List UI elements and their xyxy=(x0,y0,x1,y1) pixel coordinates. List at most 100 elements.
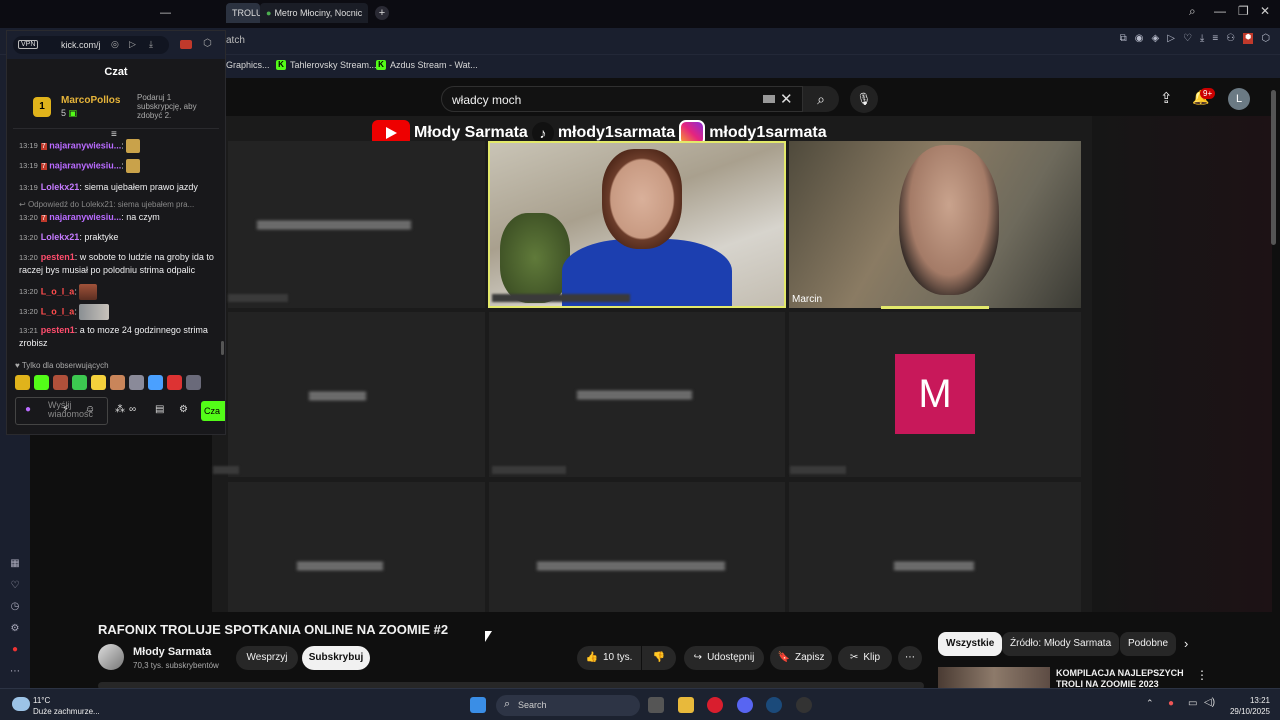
keyboard-icon[interactable] xyxy=(763,95,775,103)
search-tabs-icon[interactable]: ⌕ xyxy=(1189,4,1196,19)
account-avatar[interactable]: L xyxy=(1228,88,1250,110)
menu-icon[interactable]: ≡ xyxy=(1212,33,1218,44)
save-button[interactable]: 🔖 Zapisz xyxy=(770,646,832,670)
store-icon[interactable]: ▤ xyxy=(155,404,164,415)
share-button[interactable]: ↪ Udostępnij xyxy=(684,646,764,670)
gift-subscription-hint[interactable]: Podaruj 1 subskrypcję, aby zdobyć 2. xyxy=(137,93,217,120)
opera-icon[interactable] xyxy=(707,697,723,713)
search-button[interactable]: ⌕ xyxy=(803,86,839,112)
extension-icon[interactable]: ⬢ xyxy=(1243,33,1254,44)
volume-icon[interactable]: ◁) xyxy=(1204,697,1215,708)
history-icon[interactable]: ◷ xyxy=(9,601,21,613)
reply-reference[interactable]: ↩ Odpowiedź do Lolekx21: siema ujebałem … xyxy=(19,200,219,209)
page-scrollbar[interactable] xyxy=(1271,90,1276,245)
profile-icon[interactable]: ⚇ xyxy=(1226,33,1235,44)
shield-icon[interactable]: ◎ xyxy=(111,39,119,50)
message-username[interactable]: pesten1 xyxy=(41,252,75,262)
camera-icon[interactable]: ◉ xyxy=(1135,33,1144,44)
snapshot-icon[interactable]: ⧉ xyxy=(1120,33,1127,44)
network-icon[interactable]: ▭ xyxy=(1188,698,1197,709)
microphone-icon[interactable]: ● xyxy=(25,404,31,415)
cube-icon[interactable]: ⬡ xyxy=(1261,33,1270,44)
download-icon[interactable]: ⤓ xyxy=(1200,33,1204,44)
channel-avatar[interactable] xyxy=(98,644,124,670)
channel-name[interactable]: Młody Sarmata xyxy=(133,646,211,658)
bookmark-item[interactable]: K Tahlerovsky Stream... xyxy=(276,60,377,70)
message-username[interactable]: Lolekx21 xyxy=(41,182,80,192)
emote-icon[interactable] xyxy=(34,375,49,390)
chevron-right-icon[interactable]: › xyxy=(1184,636,1188,651)
tab-video[interactable]: TROLU xyxy=(226,3,263,23)
message-username[interactable]: najaranywiesiu... xyxy=(49,160,121,170)
maximize-button[interactable]: ❐ xyxy=(1238,4,1249,18)
steam-icon[interactable] xyxy=(766,697,782,713)
message-username[interactable]: najaranywiesiu... xyxy=(49,212,121,222)
chevron-up-icon[interactable]: ⌃ xyxy=(1146,698,1154,709)
settings-icon[interactable]: ⚙ xyxy=(179,404,188,415)
settings-icon[interactable]: ⚙ xyxy=(9,623,21,635)
close-window-button[interactable]: ✕ xyxy=(1260,4,1270,18)
adblock-icon[interactable] xyxy=(180,40,192,49)
share-icon[interactable]: ⁂ xyxy=(115,404,125,415)
message-username[interactable]: najaranywiesiu... xyxy=(49,140,121,150)
message-username[interactable]: L_o_l_a xyxy=(41,306,75,316)
send-chat-button[interactable]: Cza xyxy=(201,401,225,421)
chip-source[interactable]: Źródło: Młody Sarmata xyxy=(1002,632,1120,656)
emoji-icon[interactable]: ☺ xyxy=(85,404,95,415)
discord-icon[interactable] xyxy=(737,697,753,713)
grid-icon[interactable]: ▦ xyxy=(9,558,21,570)
search-input[interactable]: władcy moch xyxy=(441,86,803,112)
heart-icon[interactable]: ♡ xyxy=(9,580,21,592)
vpn-badge[interactable]: VPN xyxy=(18,40,39,49)
clip-button[interactable]: ✂ Klip xyxy=(838,646,892,670)
minimize-button[interactable]: — xyxy=(1214,4,1226,18)
emote-icon[interactable] xyxy=(72,375,87,390)
emote-icon[interactable] xyxy=(53,375,68,390)
more-icon[interactable]: ⋯ xyxy=(9,666,21,678)
task-view-icon[interactable] xyxy=(648,697,664,713)
windows-start-icon[interactable] xyxy=(470,697,486,713)
message-username[interactable]: L_o_l_a xyxy=(41,286,75,296)
file-explorer-icon[interactable] xyxy=(678,697,694,713)
like-button[interactable]: 👍 10 tys. xyxy=(577,646,641,670)
emote-icon[interactable] xyxy=(167,375,182,390)
message-username[interactable]: Lolekx21 xyxy=(41,232,80,242)
play-icon[interactable]: ▷ xyxy=(129,39,136,50)
emote-icon[interactable] xyxy=(186,375,201,390)
emote-icon[interactable] xyxy=(91,375,106,390)
play-icon[interactable]: ▷ xyxy=(1167,33,1175,44)
bookmark-item[interactable]: Graphics... xyxy=(226,60,270,70)
url-text[interactable]: atch xyxy=(226,35,245,46)
taskbar-clock[interactable]: 13:21 29/10/2025 xyxy=(1226,695,1270,717)
adblock-icon[interactable]: ● xyxy=(9,644,21,656)
emote-icon[interactable] xyxy=(148,375,163,390)
subscribe-button[interactable]: Subskrybuj xyxy=(302,646,370,670)
tab-maps[interactable]: ● Metro Młociny, Nocnicki xyxy=(260,3,368,23)
emote-icon[interactable] xyxy=(110,375,125,390)
chip-related[interactable]: Podobne xyxy=(1120,632,1177,656)
chip-all[interactable]: Wszystkie xyxy=(938,632,1003,656)
badge-icon[interactable]: ⚡ xyxy=(62,404,69,415)
dislike-button[interactable]: 👎 xyxy=(642,646,676,670)
message-username[interactable]: pesten1 xyxy=(41,325,75,335)
clear-search-icon[interactable]: ✕ xyxy=(780,90,793,108)
download-icon[interactable]: ⤓ xyxy=(149,39,153,50)
pinned-username[interactable]: MarcoPollos xyxy=(61,95,120,106)
new-tab-button[interactable]: + xyxy=(375,6,389,20)
cloud-icon[interactable] xyxy=(12,697,30,711)
bookmark-item[interactable]: K Azdus Stream - Wat... xyxy=(376,60,478,70)
recommendation-title[interactable]: KOMPILACJA NAJLEPSZYCH TROLI NA ZOOMIE 2… xyxy=(1056,668,1186,690)
weather-widget[interactable]: 11°C Duże zachmurze... xyxy=(33,695,100,717)
infinity-icon[interactable]: ∞ xyxy=(129,404,136,415)
create-upload-icon[interactable]: ⇪ xyxy=(1160,89,1173,107)
chat-scrollbar[interactable] xyxy=(221,341,224,355)
app-icon[interactable] xyxy=(796,697,812,713)
microphone-icon[interactable]: ● xyxy=(1168,698,1174,709)
more-actions-button[interactable]: ⋯ xyxy=(898,646,922,670)
emote-icon[interactable] xyxy=(15,375,30,390)
shield-icon[interactable]: ◈ xyxy=(1152,33,1160,44)
voice-search-button[interactable]: 🎙 xyxy=(850,85,878,113)
support-button[interactable]: Wesprzyj xyxy=(236,646,298,670)
more-options-icon[interactable]: ⋮ xyxy=(1196,668,1208,682)
extension-icon[interactable]: ⬡ xyxy=(203,38,212,49)
